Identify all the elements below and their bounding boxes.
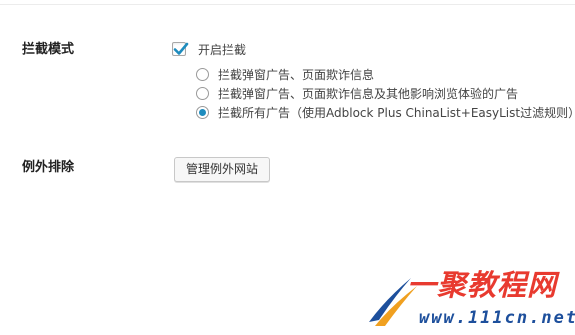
block-mode-label: 拦截模式 (22, 42, 75, 57)
enable-block-checkbox-row[interactable]: 开启拦截 (172, 40, 246, 58)
exceptions-label: 例外排除 (22, 160, 75, 175)
manage-exceptions-button[interactable]: 管理例外网站 (174, 157, 271, 182)
enable-block-checkbox[interactable] (172, 42, 189, 56)
block-option-popup-fraud[interactable]: 拦截弹窗广告、页面欺诈信息 (196, 66, 374, 82)
enable-block-checkbox-label: 开启拦截 (198, 42, 247, 57)
radio-label: 拦截弹窗广告、页面欺诈信息及其他影响浏览体验的广告 (218, 86, 519, 101)
radio-label: 拦截弹窗广告、页面欺诈信息 (218, 67, 375, 82)
radio-button[interactable] (196, 86, 209, 100)
radio-label: 拦截所有广告（使用Adblock Plus ChinaList+EasyList… (218, 105, 575, 120)
watermark-url: www.111cn.net (419, 308, 575, 328)
checkmark-icon (173, 42, 189, 55)
block-option-popup-fraud-other[interactable]: 拦截弹窗广告、页面欺诈信息及其他影响浏览体验的广告 (196, 85, 518, 101)
block-option-all-ads[interactable]: 拦截所有广告（使用Adblock Plus ChinaList+EasyList… (196, 104, 575, 120)
top-divider (0, 4, 575, 5)
watermark-brand: 一聚教程网 (407, 268, 558, 302)
radio-button-selected[interactable] (196, 105, 209, 119)
watermark: 一聚教程网 www.111cn.net (365, 268, 575, 332)
radio-button[interactable] (196, 67, 209, 81)
